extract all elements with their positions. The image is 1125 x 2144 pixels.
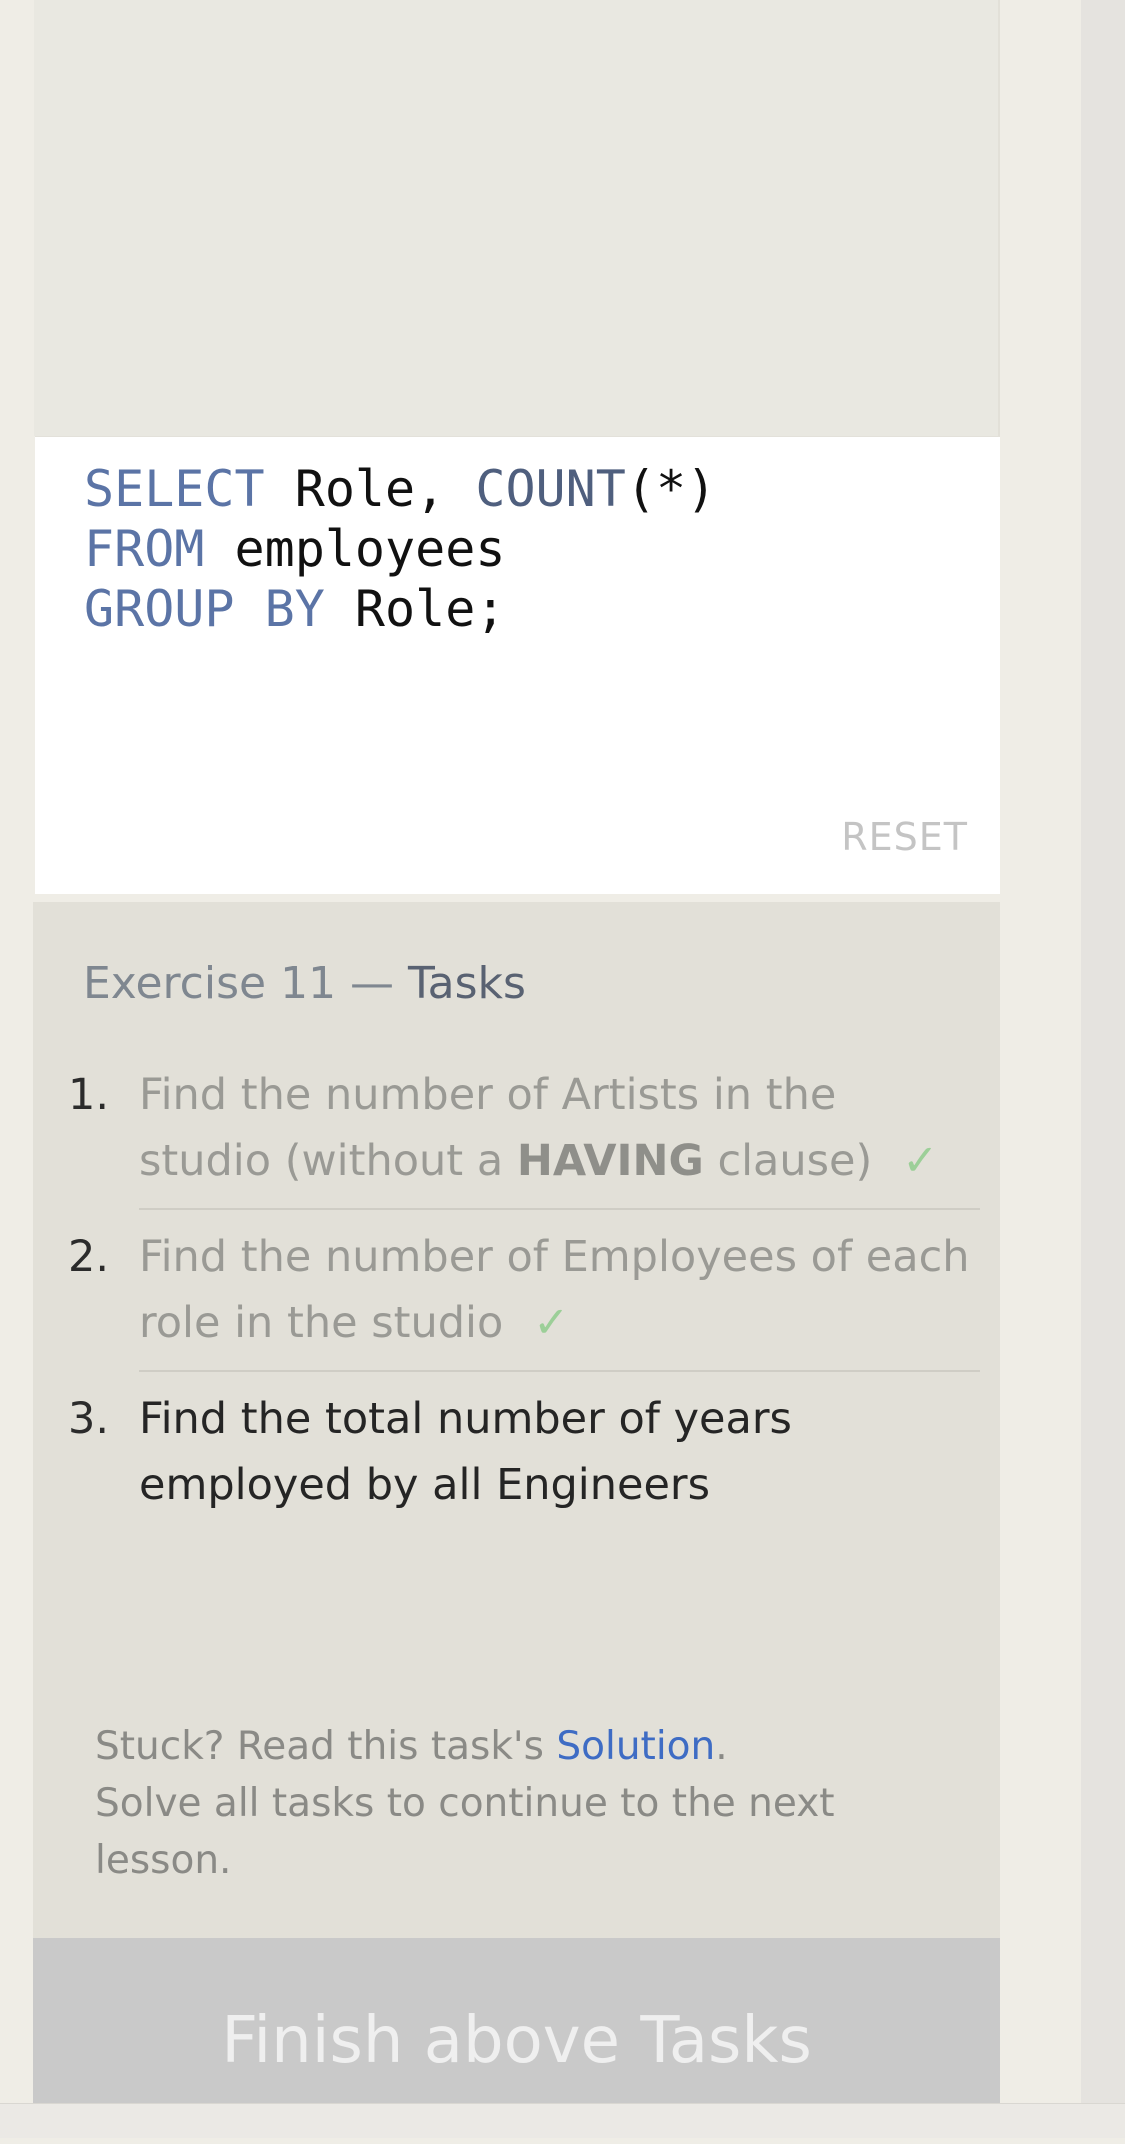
task-item-1: 1. Find the number of Artists in the stu…	[33, 1062, 1000, 1194]
results-area	[34, 0, 1000, 436]
stuck-suffix: .	[715, 1724, 728, 1769]
keyword-group-by: GROUP BY	[84, 580, 325, 638]
check-icon: ✓	[902, 1136, 939, 1186]
task-text: Find the number of Artists in the studio…	[139, 1070, 872, 1186]
continue-line: Solve all tasks to continue to the next …	[95, 1781, 835, 1883]
task-list: 1. Find the number of Artists in the stu…	[33, 1062, 1000, 1518]
tasks-title: Exercise 11 — Tasks	[83, 958, 526, 1009]
task-number: 2.	[68, 1232, 110, 1282]
tasks-panel: Exercise 11 — Tasks 1. Find the number o…	[33, 902, 1000, 1938]
task-text-part: clause)	[703, 1136, 873, 1186]
code-text: Role;	[324, 580, 506, 638]
stuck-line: Stuck? Read this task's Solution.	[95, 1718, 895, 1775]
task-item-2: 2. Find the number of Employees of each …	[33, 1224, 1000, 1356]
code-text: (*)	[625, 460, 717, 518]
code-block[interactable]: SELECT Role, COUNT(*) FROM employees GRO…	[84, 459, 716, 639]
task-divider	[139, 1208, 980, 1210]
task-text: Find the total number of years employed …	[139, 1394, 792, 1510]
task-number: 3.	[68, 1394, 110, 1444]
stuck-prefix: Stuck? Read this task's	[95, 1724, 557, 1769]
right-gutter	[1081, 0, 1125, 2138]
keyword-from: FROM	[84, 520, 205, 578]
reset-button[interactable]: RESET	[841, 815, 968, 859]
tasks-title-strong: Tasks	[408, 958, 526, 1009]
bottom-strip	[0, 2103, 1125, 2138]
keyword-count: COUNT	[475, 460, 626, 518]
task-divider	[139, 1370, 980, 1372]
code-text: Role,	[264, 460, 476, 518]
task-item-3: 3. Find the total number of years employ…	[33, 1386, 1000, 1518]
task-number: 1.	[68, 1070, 110, 1120]
code-text: employees	[204, 520, 506, 578]
sql-editor[interactable]: SELECT Role, COUNT(*) FROM employees GRO…	[35, 436, 1000, 894]
keyword-select: SELECT	[84, 460, 265, 518]
finish-tasks-button[interactable]: Finish above Tasks	[33, 1938, 1000, 2103]
solution-link[interactable]: Solution	[556, 1724, 715, 1769]
check-icon: ✓	[533, 1298, 570, 1348]
help-text: Stuck? Read this task's Solution. Solve …	[95, 1718, 895, 1889]
tasks-title-prefix: Exercise 11 —	[83, 958, 409, 1009]
task-text-bold: HAVING	[516, 1136, 704, 1186]
